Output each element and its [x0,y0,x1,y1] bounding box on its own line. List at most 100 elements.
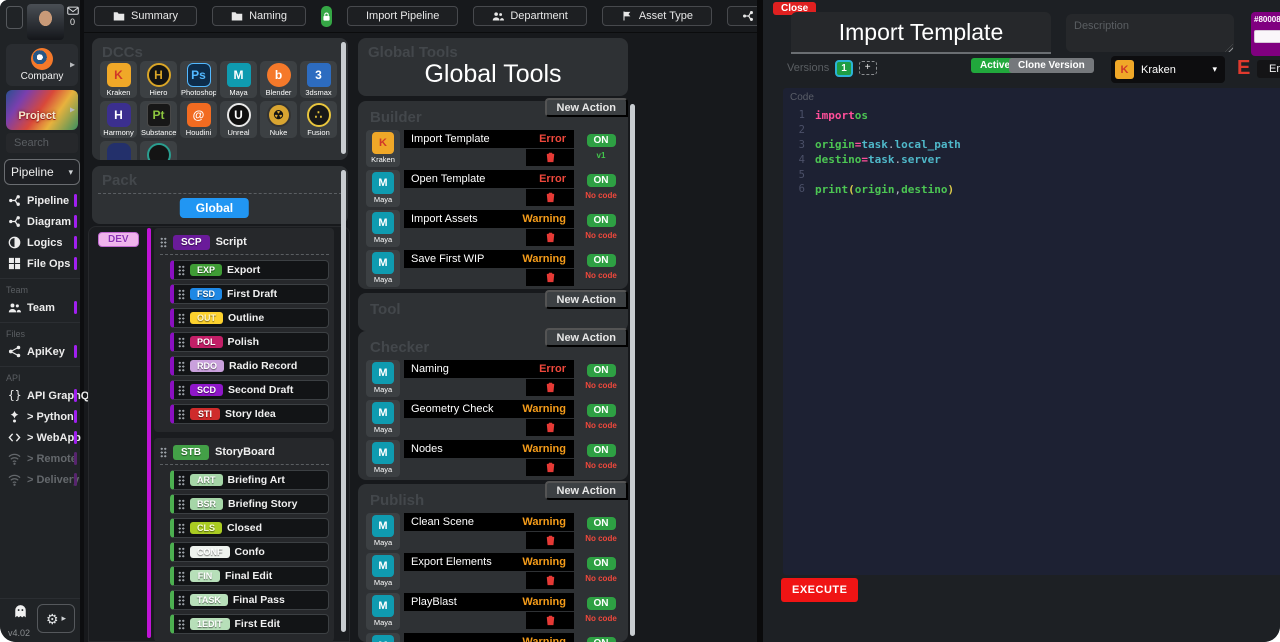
on-toggle[interactable]: ON [587,364,616,377]
status-item[interactable]: TASK Final Pass [170,590,329,610]
topbar-tab[interactable]: Import Pipeline [347,6,458,26]
tool-card[interactable]: M Maya Import Assets Warning [366,210,624,247]
company-card[interactable]: Company ▸ [6,44,78,86]
execute-button[interactable]: EXECUTE [781,578,858,602]
dcc-tile[interactable]: ∴ Fusion [300,101,337,138]
delete-button[interactable] [526,459,574,476]
tool-card[interactable]: M Maya Clean Scene Warning [366,513,624,550]
dcc-tile[interactable]: @ Houdini [180,101,217,138]
new-action-button[interactable]: New Action [545,481,629,500]
status-item[interactable]: ART Briefing Art [170,470,329,490]
drag-handle-icon[interactable] [178,289,185,300]
drag-handle-icon[interactable] [178,265,185,276]
topbar-tab-overflow[interactable] [727,6,757,26]
status-item[interactable]: CONF Confo [170,542,329,562]
group-header[interactable]: SCP Script [160,232,329,252]
drag-handle-icon[interactable] [178,313,185,324]
sidebar-item[interactable]: > WebApp [0,427,80,448]
groups-scrollbar[interactable] [341,170,346,632]
delete-button[interactable] [526,189,574,206]
topbar-tab[interactable]: Summary [94,6,197,26]
tool-card[interactable]: M Maya Naming Error [366,360,624,397]
on-toggle[interactable]: ON [587,404,616,417]
tool-card[interactable]: K Kraken Import Template Error [366,130,624,167]
clone-version-button[interactable]: Clone Version [1009,58,1094,73]
new-action-button[interactable]: New Action [545,328,629,347]
add-version-button[interactable]: + [859,61,877,75]
status-item[interactable]: OUT Outline [170,308,329,328]
drag-handle-icon[interactable] [178,475,185,486]
delete-button[interactable] [526,532,574,549]
drag-handle-icon[interactable] [160,237,167,248]
drag-handle-icon[interactable] [178,499,185,510]
drag-handle-icon[interactable] [178,385,185,396]
sidebar-item[interactable]: Diagram [0,211,80,232]
color-picker[interactable]: #800080 [1251,12,1280,56]
tool-card[interactable]: M Maya PlayBlast Warning [366,593,624,630]
dcc-tile[interactable] [140,141,177,160]
sidebar-item[interactable]: > Delivery [0,469,80,490]
on-toggle[interactable]: ON [587,597,616,610]
sidebar-item[interactable]: File Ops [0,253,80,274]
dcc-tile[interactable]: 3 3dsmax [300,61,337,98]
dcc-tile[interactable] [100,141,137,160]
status-item[interactable]: STI Story Idea [170,404,329,424]
tool-card[interactable]: M Maya Save First WIP Warning [366,250,624,287]
drag-handle-icon[interactable] [178,361,185,372]
drag-handle-icon[interactable] [178,571,185,582]
description-input[interactable] [1066,14,1234,52]
tool-card[interactable]: M Maya Export Elements Warning [366,553,624,590]
on-toggle[interactable]: ON [587,444,616,457]
status-item[interactable]: POL Polish [170,332,329,352]
mail-widget[interactable]: 0 [66,5,79,27]
drag-handle-icon[interactable] [178,619,185,630]
topbar-tab[interactable]: Asset Type [602,6,712,26]
drag-handle-icon[interactable] [178,523,185,534]
dcc-tile[interactable]: Pt Substance [140,101,177,138]
dcc-tile[interactable]: Ps Photoshop [180,61,217,98]
delete-button[interactable] [526,419,574,436]
tool-card[interactable]: M Maya Open Template Error [366,170,624,207]
tool-title-input[interactable] [791,12,1051,54]
drag-handle-icon[interactable] [178,547,185,558]
new-action-button[interactable]: New Action [545,98,629,117]
collapse-button[interactable] [6,6,23,29]
drag-handle-icon[interactable] [178,409,185,420]
dcc-tile[interactable]: K Kraken [100,61,137,98]
on-toggle[interactable]: ON [587,517,616,530]
tool-card[interactable]: M Maya Warning [366,633,624,642]
dcc-tile[interactable]: H Harmony [100,101,137,138]
project-card[interactable]: Project ▸ [6,90,78,130]
dcc-scrollbar[interactable] [341,42,346,154]
color-swatch[interactable] [1254,30,1280,43]
drag-handle-icon[interactable] [160,447,167,458]
tool-card[interactable]: M Maya Nodes Warning [366,440,624,477]
sidebar-item[interactable]: API GraphQL [0,385,80,406]
dev-badge[interactable]: DEV [98,232,139,247]
sidebar-item[interactable]: Team [0,297,80,318]
tools-scrollbar[interactable] [630,104,635,636]
tool-card[interactable]: M Maya Geometry Check Warning [366,400,624,437]
status-item[interactable]: FIN Final Edit [170,566,329,586]
dcc-tile[interactable]: H Hiero [140,61,177,98]
delete-button[interactable] [526,149,574,166]
group-header[interactable]: STB StoryBoard [160,442,329,462]
topbar-tab[interactable]: Naming [212,6,306,26]
status-item[interactable]: FSD First Draft [170,284,329,304]
on-toggle[interactable]: ON [587,254,616,267]
drag-handle-icon[interactable] [178,595,185,606]
status-item[interactable]: RDO Radio Record [170,356,329,376]
status-item[interactable]: CLS Closed [170,518,329,538]
lock-button[interactable] [321,6,332,27]
version-number-badge[interactable]: 1 [835,60,853,77]
on-toggle[interactable]: ON [587,214,616,227]
dcc-tile[interactable]: M Maya [220,61,257,98]
search-input[interactable] [6,133,78,153]
status-item[interactable]: SCD Second Draft [170,380,329,400]
mode-select[interactable]: Pipeline ▾ [4,159,80,185]
dcc-tile[interactable]: U Unreal [220,101,257,138]
status-item[interactable]: EXP Export [170,260,329,280]
delete-button[interactable] [526,379,574,396]
dcc-tile[interactable]: b Blender [260,61,297,98]
on-toggle[interactable]: ON [587,174,616,187]
